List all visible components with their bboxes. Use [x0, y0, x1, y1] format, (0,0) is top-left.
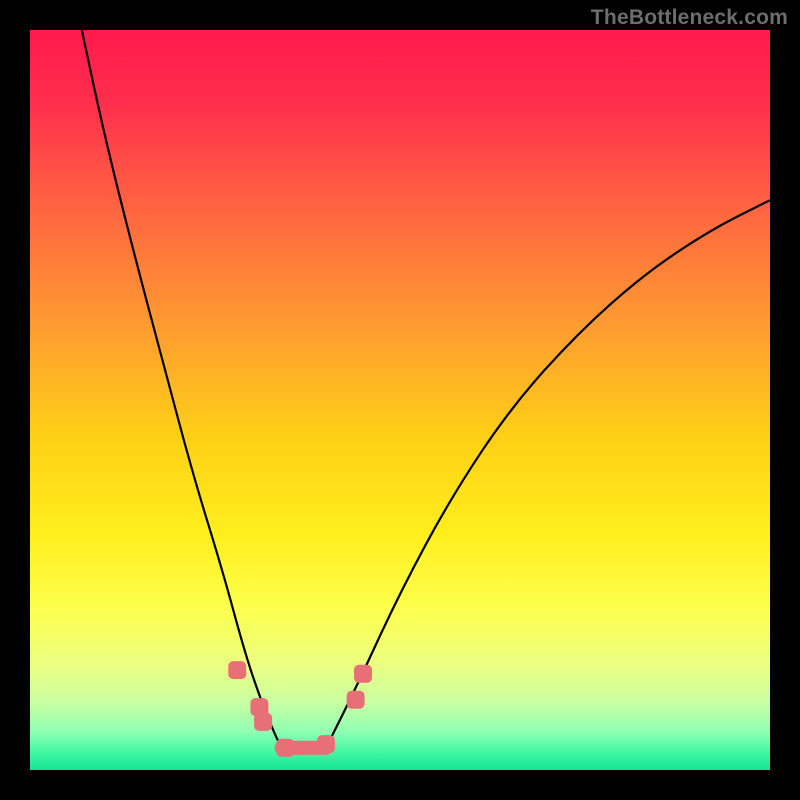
curve-layer [30, 30, 770, 770]
cluster-marker [347, 691, 365, 709]
cluster-marker [317, 735, 335, 753]
chart-frame: TheBottleneck.com [0, 0, 800, 800]
watermark-text: TheBottleneck.com [591, 6, 788, 30]
cluster-marker [354, 665, 372, 683]
left-branch-curve [82, 30, 282, 748]
right-branch-curve [326, 200, 770, 748]
plot-area [30, 30, 770, 770]
cluster-marker [228, 661, 246, 679]
cluster-marker [254, 713, 272, 731]
cluster-marker [276, 739, 294, 757]
